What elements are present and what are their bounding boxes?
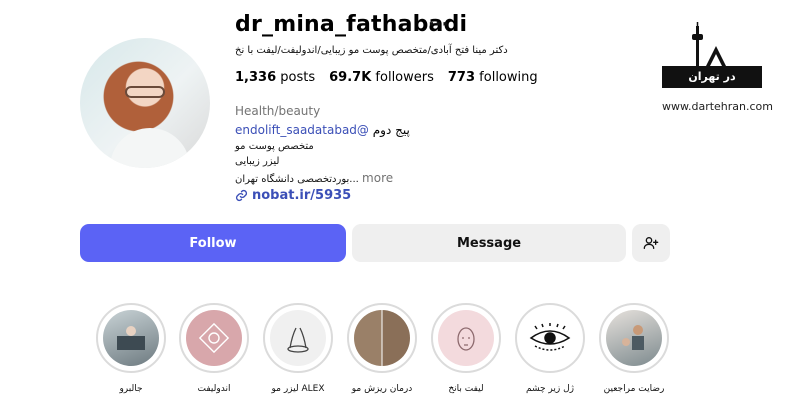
avatar-coat	[110, 128, 190, 168]
logo-url: www.dartehran.com	[662, 100, 773, 113]
highlight-label: درمان ریزش مو	[351, 384, 413, 394]
bio-line: متخصص پوست مو	[235, 141, 314, 152]
dartehran-logo: در تهران www.dartehran.com	[660, 22, 773, 118]
clinic-photo-icon	[103, 310, 159, 366]
ellipsis-icon[interactable]: ···	[428, 14, 449, 35]
highlight-label: ژل زیر چشم	[525, 384, 574, 394]
highlight-ring	[347, 303, 417, 373]
highlight-ring	[179, 303, 249, 373]
posts-count: 1,336 posts	[235, 70, 316, 85]
profile-link[interactable]: nobat.ir/5935	[235, 188, 351, 203]
highlight-item[interactable]: اندولیفت	[177, 303, 251, 394]
add-person-button[interactable]	[632, 224, 670, 262]
eye-icon	[522, 310, 578, 366]
highlight-label: لیفت بانخ	[448, 384, 484, 394]
bio-line: لیزر زیبایی	[235, 156, 280, 167]
patients-photo-icon	[606, 310, 662, 366]
following-count[interactable]: 773 following	[448, 70, 538, 85]
link-icon	[235, 189, 248, 202]
mention-prefix: پیج دوم	[372, 123, 410, 137]
highlight-ring	[515, 303, 585, 373]
profile-link-text: nobat.ir/5935	[252, 188, 352, 203]
followers-count[interactable]: 69.7K followers	[329, 70, 434, 85]
logo-title: در تهران	[662, 66, 762, 88]
highlight-item[interactable]: رضایت مراجعین	[597, 303, 671, 394]
highlight-label: لیزر مو ALEX	[271, 384, 325, 394]
highlight-label: رضایت مراجعین	[603, 384, 665, 394]
hair-photo-icon	[354, 310, 410, 366]
milad-tower-icon	[692, 22, 726, 66]
hair-follicle-icon	[270, 310, 326, 366]
bio-text: بوردتخصصی دانشگاه تهران...	[235, 174, 359, 185]
bio-line-last: بوردتخصصی دانشگاه تهران... more	[235, 171, 393, 185]
profile-full-name: دکتر مینا فتح آبادی/متخصص پوست مو زیبایی…	[235, 45, 508, 56]
message-button[interactable]: Message	[352, 224, 626, 262]
highlight-label: اندولیفت	[197, 384, 231, 394]
highlight-item[interactable]: ژل زیر چشم	[513, 303, 587, 394]
mention-link[interactable]: endolift_saadatabad@	[235, 123, 369, 137]
add-person-icon	[643, 237, 659, 249]
highlight-item[interactable]: درمان ریزش مو	[345, 303, 419, 394]
profile-category: Health/beauty	[235, 104, 321, 118]
highlight-ring	[263, 303, 333, 373]
highlight-ring	[431, 303, 501, 373]
follow-button[interactable]: Follow	[80, 224, 346, 262]
profile-avatar[interactable]	[80, 38, 210, 168]
profile-stats: 1,336 posts 69.7K followers 773 followin…	[235, 70, 538, 85]
more-link[interactable]: more	[362, 171, 393, 185]
face-outline-icon	[186, 310, 242, 366]
highlight-ring	[96, 303, 166, 373]
highlight-item[interactable]: جالبرو	[94, 303, 168, 394]
highlight-ring	[599, 303, 669, 373]
highlight-item[interactable]: لیزر مو ALEX	[261, 303, 335, 394]
highlight-label: جالبرو	[119, 384, 143, 394]
bio-mention-line: endolift_saadatabad@ پیج دوم	[235, 123, 410, 137]
face-lift-icon	[438, 310, 494, 366]
highlight-item[interactable]: لیفت بانخ	[429, 303, 503, 394]
avatar-glasses	[125, 86, 165, 98]
